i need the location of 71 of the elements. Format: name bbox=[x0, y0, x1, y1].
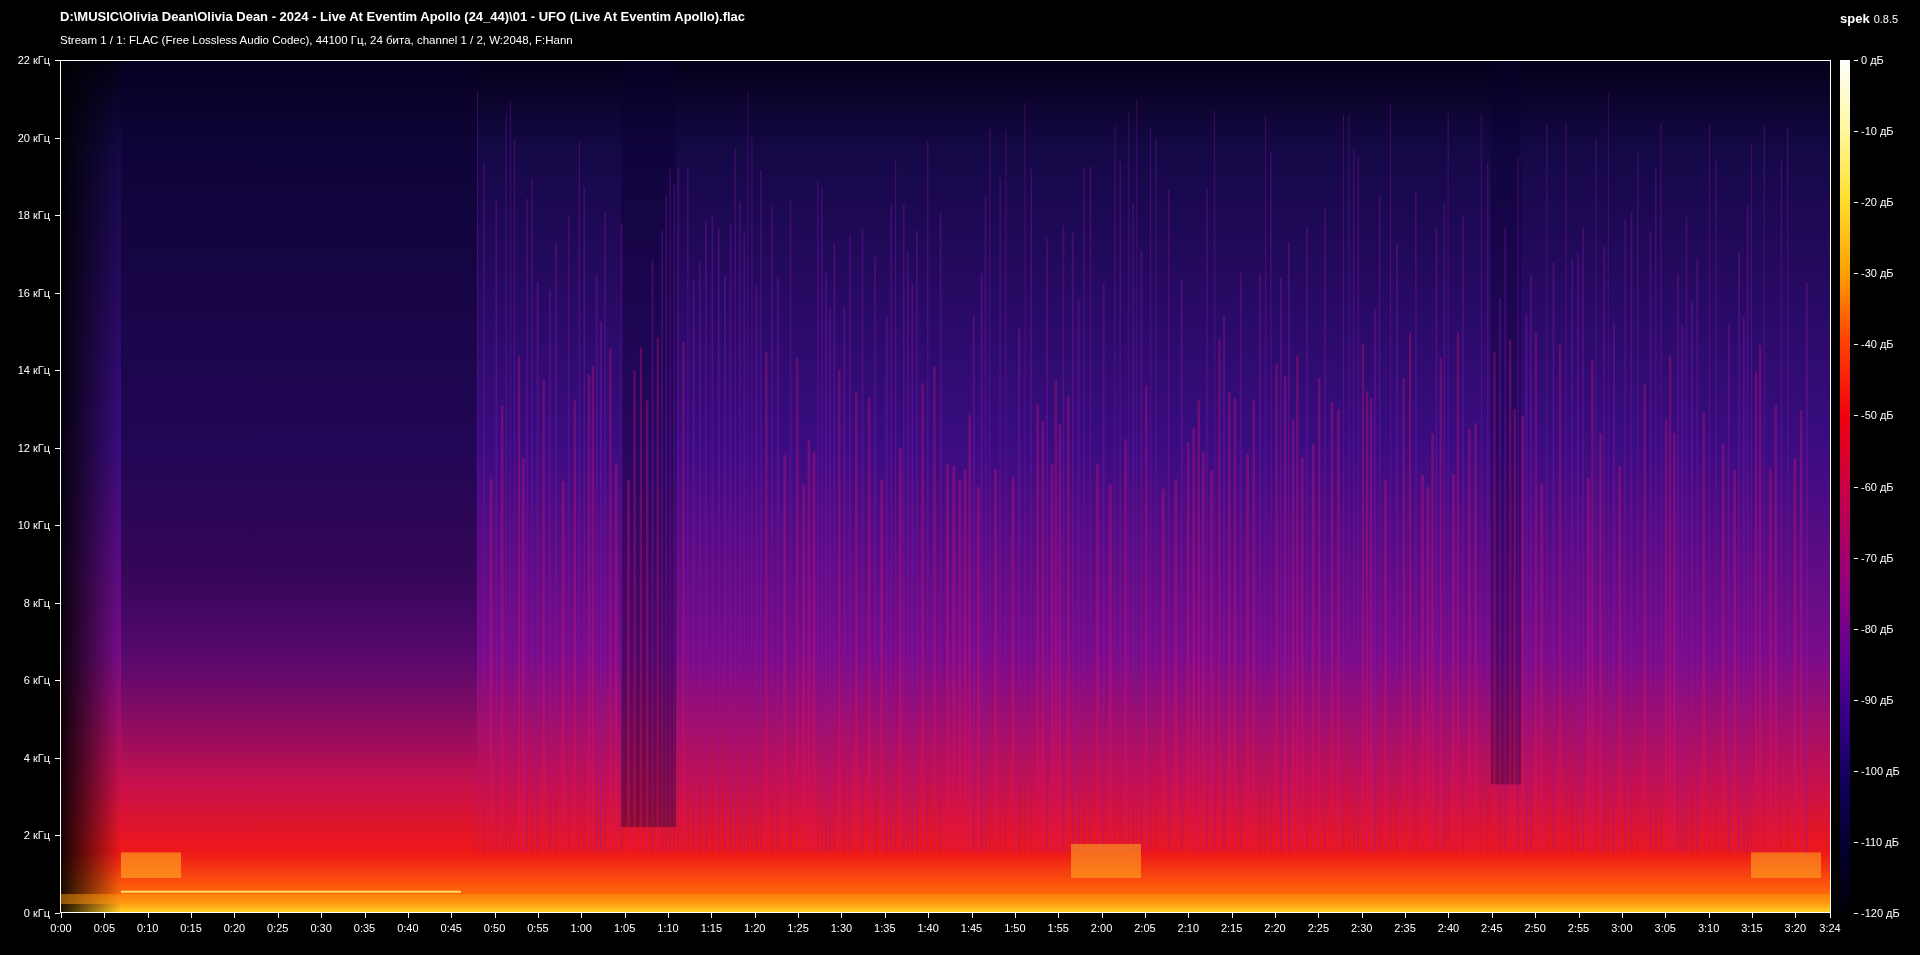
time-label: 0:25 bbox=[267, 922, 289, 934]
frequency-label: 4 кГц bbox=[23, 751, 50, 764]
time-label: 0:35 bbox=[353, 922, 376, 934]
frequency-label: 12 кГц bbox=[17, 441, 50, 454]
time-label: 2:50 bbox=[1524, 922, 1546, 934]
time-label: 0:10 bbox=[137, 922, 159, 934]
time-label: 0:00 bbox=[50, 922, 72, 934]
frequency-label: 18 кГц bbox=[17, 209, 50, 222]
time-label: 0:40 bbox=[397, 922, 419, 934]
time-label: 0:20 bbox=[223, 922, 246, 934]
time-label: 3:05 bbox=[1654, 922, 1676, 934]
level-label: -80 дБ bbox=[1861, 622, 1894, 635]
time-label: 3:15 bbox=[1741, 922, 1763, 934]
time-label: 0:55 bbox=[527, 922, 549, 934]
time-label: 1:00 bbox=[570, 922, 592, 934]
time-label: 2:40 bbox=[1437, 922, 1460, 934]
time-label: 1:55 bbox=[1047, 922, 1069, 934]
frequency-label: 6 кГц bbox=[23, 674, 50, 687]
frequency-label: 2 кГц bbox=[23, 829, 50, 842]
frequency-label: 20 кГц bbox=[17, 131, 50, 144]
time-label: 2:45 bbox=[1481, 922, 1503, 934]
time-label: 1:30 bbox=[830, 922, 853, 934]
level-label: -100 дБ bbox=[1861, 764, 1900, 777]
time-label: 2:15 bbox=[1220, 922, 1243, 934]
level-label: -70 дБ bbox=[1861, 551, 1894, 564]
frequency-label: 0 кГц bbox=[23, 907, 50, 919]
time-label: 1:15 bbox=[700, 922, 723, 934]
time-label: 0:30 bbox=[310, 922, 332, 934]
stream-info: Stream 1 / 1: FLAC (Free Lossless Audio Codec), 44100 Гц, 24 бита, channel 1 / 2, W:2048, F:Hann bbox=[60, 34, 574, 46]
time-label: 2:30 bbox=[1351, 922, 1373, 934]
level-label: -30 дБ bbox=[1861, 267, 1894, 280]
time-label: 0:05 bbox=[93, 922, 116, 934]
app-version: 0.8.5 bbox=[1873, 13, 1899, 25]
time-label: 2:55 bbox=[1567, 922, 1590, 934]
level-label: -20 дБ bbox=[1861, 196, 1894, 209]
time-label: 3:20 bbox=[1784, 922, 1806, 934]
frequency-label: 10 кГц bbox=[17, 519, 50, 532]
time-label: 1:45 bbox=[960, 922, 983, 934]
level-label: -120 дБ bbox=[1861, 907, 1900, 919]
level-label: -10 дБ bbox=[1861, 125, 1894, 138]
time-label: 2:25 bbox=[1307, 922, 1330, 934]
frequency-label: 8 кГц bbox=[23, 596, 50, 609]
time-label: 2:35 bbox=[1394, 922, 1416, 934]
level-label: -60 дБ bbox=[1861, 480, 1894, 493]
frequency-label: 22 кГц bbox=[17, 54, 50, 66]
time-label: 1:05 bbox=[613, 922, 636, 934]
time-label: 3:00 bbox=[1611, 922, 1633, 934]
time-label: 1:35 bbox=[874, 922, 896, 934]
level-label: 0 дБ bbox=[1861, 54, 1884, 66]
file-path-title: D:\MUSIC\Olivia Dean\Olivia Dean - 2024 - Live At Eventim Apollo (24_44)\01 - UFO (Live At Eventim Apollo).flac bbox=[60, 9, 746, 24]
time-label: 0:15 bbox=[180, 922, 202, 934]
time-label: 0:45 bbox=[440, 922, 462, 934]
time-label: 2:05 bbox=[1134, 922, 1156, 934]
time-label: 1:40 bbox=[917, 922, 939, 934]
time-label: 2:10 bbox=[1177, 922, 1199, 934]
time-label: 2:00 bbox=[1090, 922, 1113, 934]
time-label: 1:25 bbox=[787, 922, 809, 934]
frequency-label: 14 кГц bbox=[17, 364, 50, 377]
frequency-label: 16 кГц bbox=[17, 286, 50, 299]
level-label: -50 дБ bbox=[1861, 409, 1894, 422]
level-label: -90 дБ bbox=[1861, 693, 1894, 706]
time-label: 1:10 bbox=[657, 922, 679, 934]
time-label: 3:24 bbox=[1819, 922, 1841, 934]
level-label: -40 дБ bbox=[1861, 338, 1894, 351]
app-name: spek bbox=[1840, 11, 1870, 26]
level-label: -110 дБ bbox=[1861, 835, 1899, 848]
time-label: 1:50 bbox=[1004, 922, 1026, 934]
time-label: 3:10 bbox=[1697, 922, 1720, 934]
time-label: 1:20 bbox=[744, 922, 766, 934]
time-label: 0:50 bbox=[483, 922, 506, 934]
time-label: 2:20 bbox=[1264, 922, 1286, 934]
